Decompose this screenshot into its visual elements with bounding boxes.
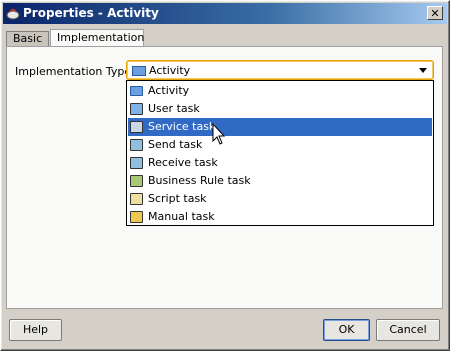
dropdown-item-manual-task[interactable]: Manual task [128, 208, 432, 226]
dropdown-item-label: Receive task [148, 156, 218, 169]
ok-button[interactable]: OK [323, 319, 370, 341]
dropdown-item-label: Service task [148, 120, 216, 133]
business-rule-task-icon [130, 175, 143, 187]
implementation-type-value: Activity [149, 64, 191, 77]
dropdown-item-label: Script task [148, 192, 207, 205]
dropdown-item-label: Business Rule task [148, 174, 251, 187]
dropdown-item-service-task[interactable]: Service task [128, 118, 432, 136]
dropdown-item-label: Manual task [148, 210, 215, 223]
tab-implementation[interactable]: Implementation [50, 29, 144, 46]
implementation-type-dropdown: Activity User task Service task Send tas… [126, 80, 434, 226]
close-icon: ✕ [430, 7, 440, 20]
manual-task-icon [130, 211, 143, 223]
implementation-type-label: Implementation Type: [15, 65, 135, 78]
properties-dialog: Properties - Activity ✕ Basic Implementa… [0, 0, 450, 351]
dropdown-item-receive-task[interactable]: Receive task [128, 154, 432, 172]
dropdown-item-script-task[interactable]: Script task [128, 190, 432, 208]
cancel-button[interactable]: Cancel [376, 319, 440, 341]
script-task-icon [130, 193, 143, 205]
dropdown-item-label: Send task [148, 138, 203, 151]
window-title: Properties - Activity [23, 6, 159, 20]
dropdown-item-label: User task [148, 102, 200, 115]
dropdown-item-business-rule-task[interactable]: Business Rule task [128, 172, 432, 190]
mouse-pointer-icon [212, 123, 226, 145]
send-task-icon [130, 139, 143, 151]
title-bar[interactable]: Properties - Activity ✕ [3, 3, 447, 24]
service-task-icon [130, 121, 143, 133]
implementation-type-select[interactable]: Activity [126, 60, 434, 80]
receive-task-icon [130, 157, 143, 169]
dropdown-item-label: Activity [148, 84, 190, 97]
jdeveloper-app-icon [6, 8, 20, 20]
dropdown-item-send-task[interactable]: Send task [128, 136, 432, 154]
chevron-down-icon[interactable] [419, 68, 427, 73]
close-button[interactable]: ✕ [427, 6, 443, 20]
dropdown-item-activity[interactable]: Activity [128, 82, 432, 100]
help-button[interactable]: Help [9, 319, 62, 341]
activity-icon [130, 86, 143, 96]
dropdown-item-user-task[interactable]: User task [128, 100, 432, 118]
user-task-icon [130, 103, 143, 115]
tab-basic[interactable]: Basic [6, 31, 49, 46]
activity-icon [132, 66, 146, 76]
